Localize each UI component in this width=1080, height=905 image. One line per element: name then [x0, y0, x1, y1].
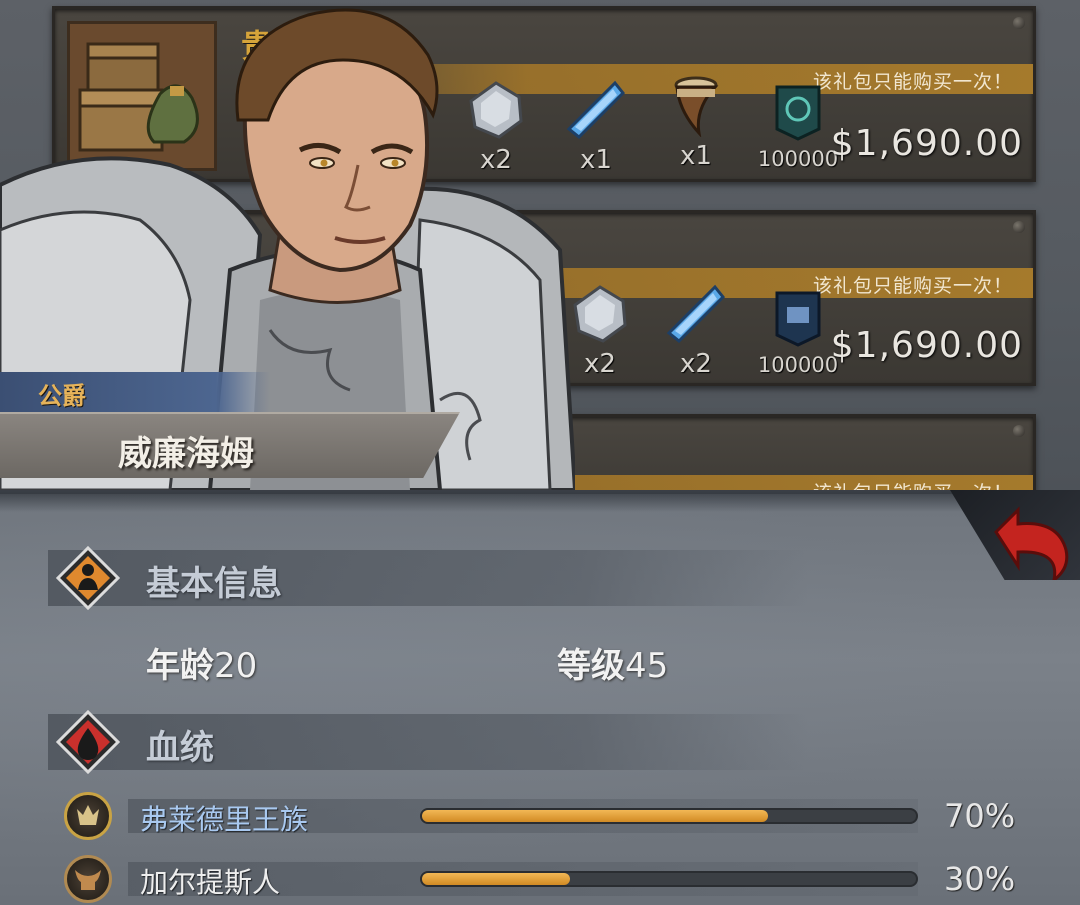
- level-label: 等级: [557, 646, 625, 686]
- person-icon: [56, 546, 120, 610]
- character-title: 公爵: [38, 382, 86, 410]
- blue-crystal-icon: [666, 284, 726, 344]
- bloodline-name: 加尔提斯人: [140, 866, 281, 899]
- character-name-plate: 威廉海姆: [0, 412, 460, 478]
- bloodline-progress-fill: [422, 873, 571, 885]
- age-stat: 年龄20: [146, 638, 257, 687]
- ore-stone-icon: [573, 285, 627, 343]
- blood-drop-icon: [56, 710, 120, 774]
- pack-price-button[interactable]: $1,690.00: [831, 325, 1023, 366]
- banner-icon: [775, 291, 821, 347]
- bull-crest-icon: [64, 855, 112, 903]
- age-value: 20: [214, 646, 258, 686]
- age-label: 年龄: [146, 646, 214, 686]
- horn-icon: [674, 76, 719, 138]
- panel-divider: [0, 490, 1080, 512]
- level-value: 45: [625, 646, 669, 686]
- basic-info-title: 基本信息: [146, 564, 282, 604]
- banner-icon: [775, 85, 821, 141]
- level-stat: 等级45: [557, 638, 668, 687]
- bloodline-name: 弗莱德里王族: [140, 803, 309, 836]
- bloodline-progress-bar: [420, 871, 918, 887]
- bloodline-title: 血统: [146, 728, 214, 768]
- pack-item: x2: [651, 283, 741, 379]
- bloodline-percent: 70%: [944, 797, 1016, 835]
- pack-price-button[interactable]: $1,690.00: [831, 123, 1023, 164]
- bloodline-percent: 30%: [944, 860, 1016, 898]
- royal-crest-icon: [64, 792, 112, 840]
- pack-item: x1: [651, 75, 741, 171]
- bloodline-progress-bar: [420, 808, 918, 824]
- character-name: 威廉海姆: [118, 434, 254, 474]
- character-title-tag: 公爵: [0, 372, 270, 412]
- bloodline-progress-fill: [422, 810, 768, 822]
